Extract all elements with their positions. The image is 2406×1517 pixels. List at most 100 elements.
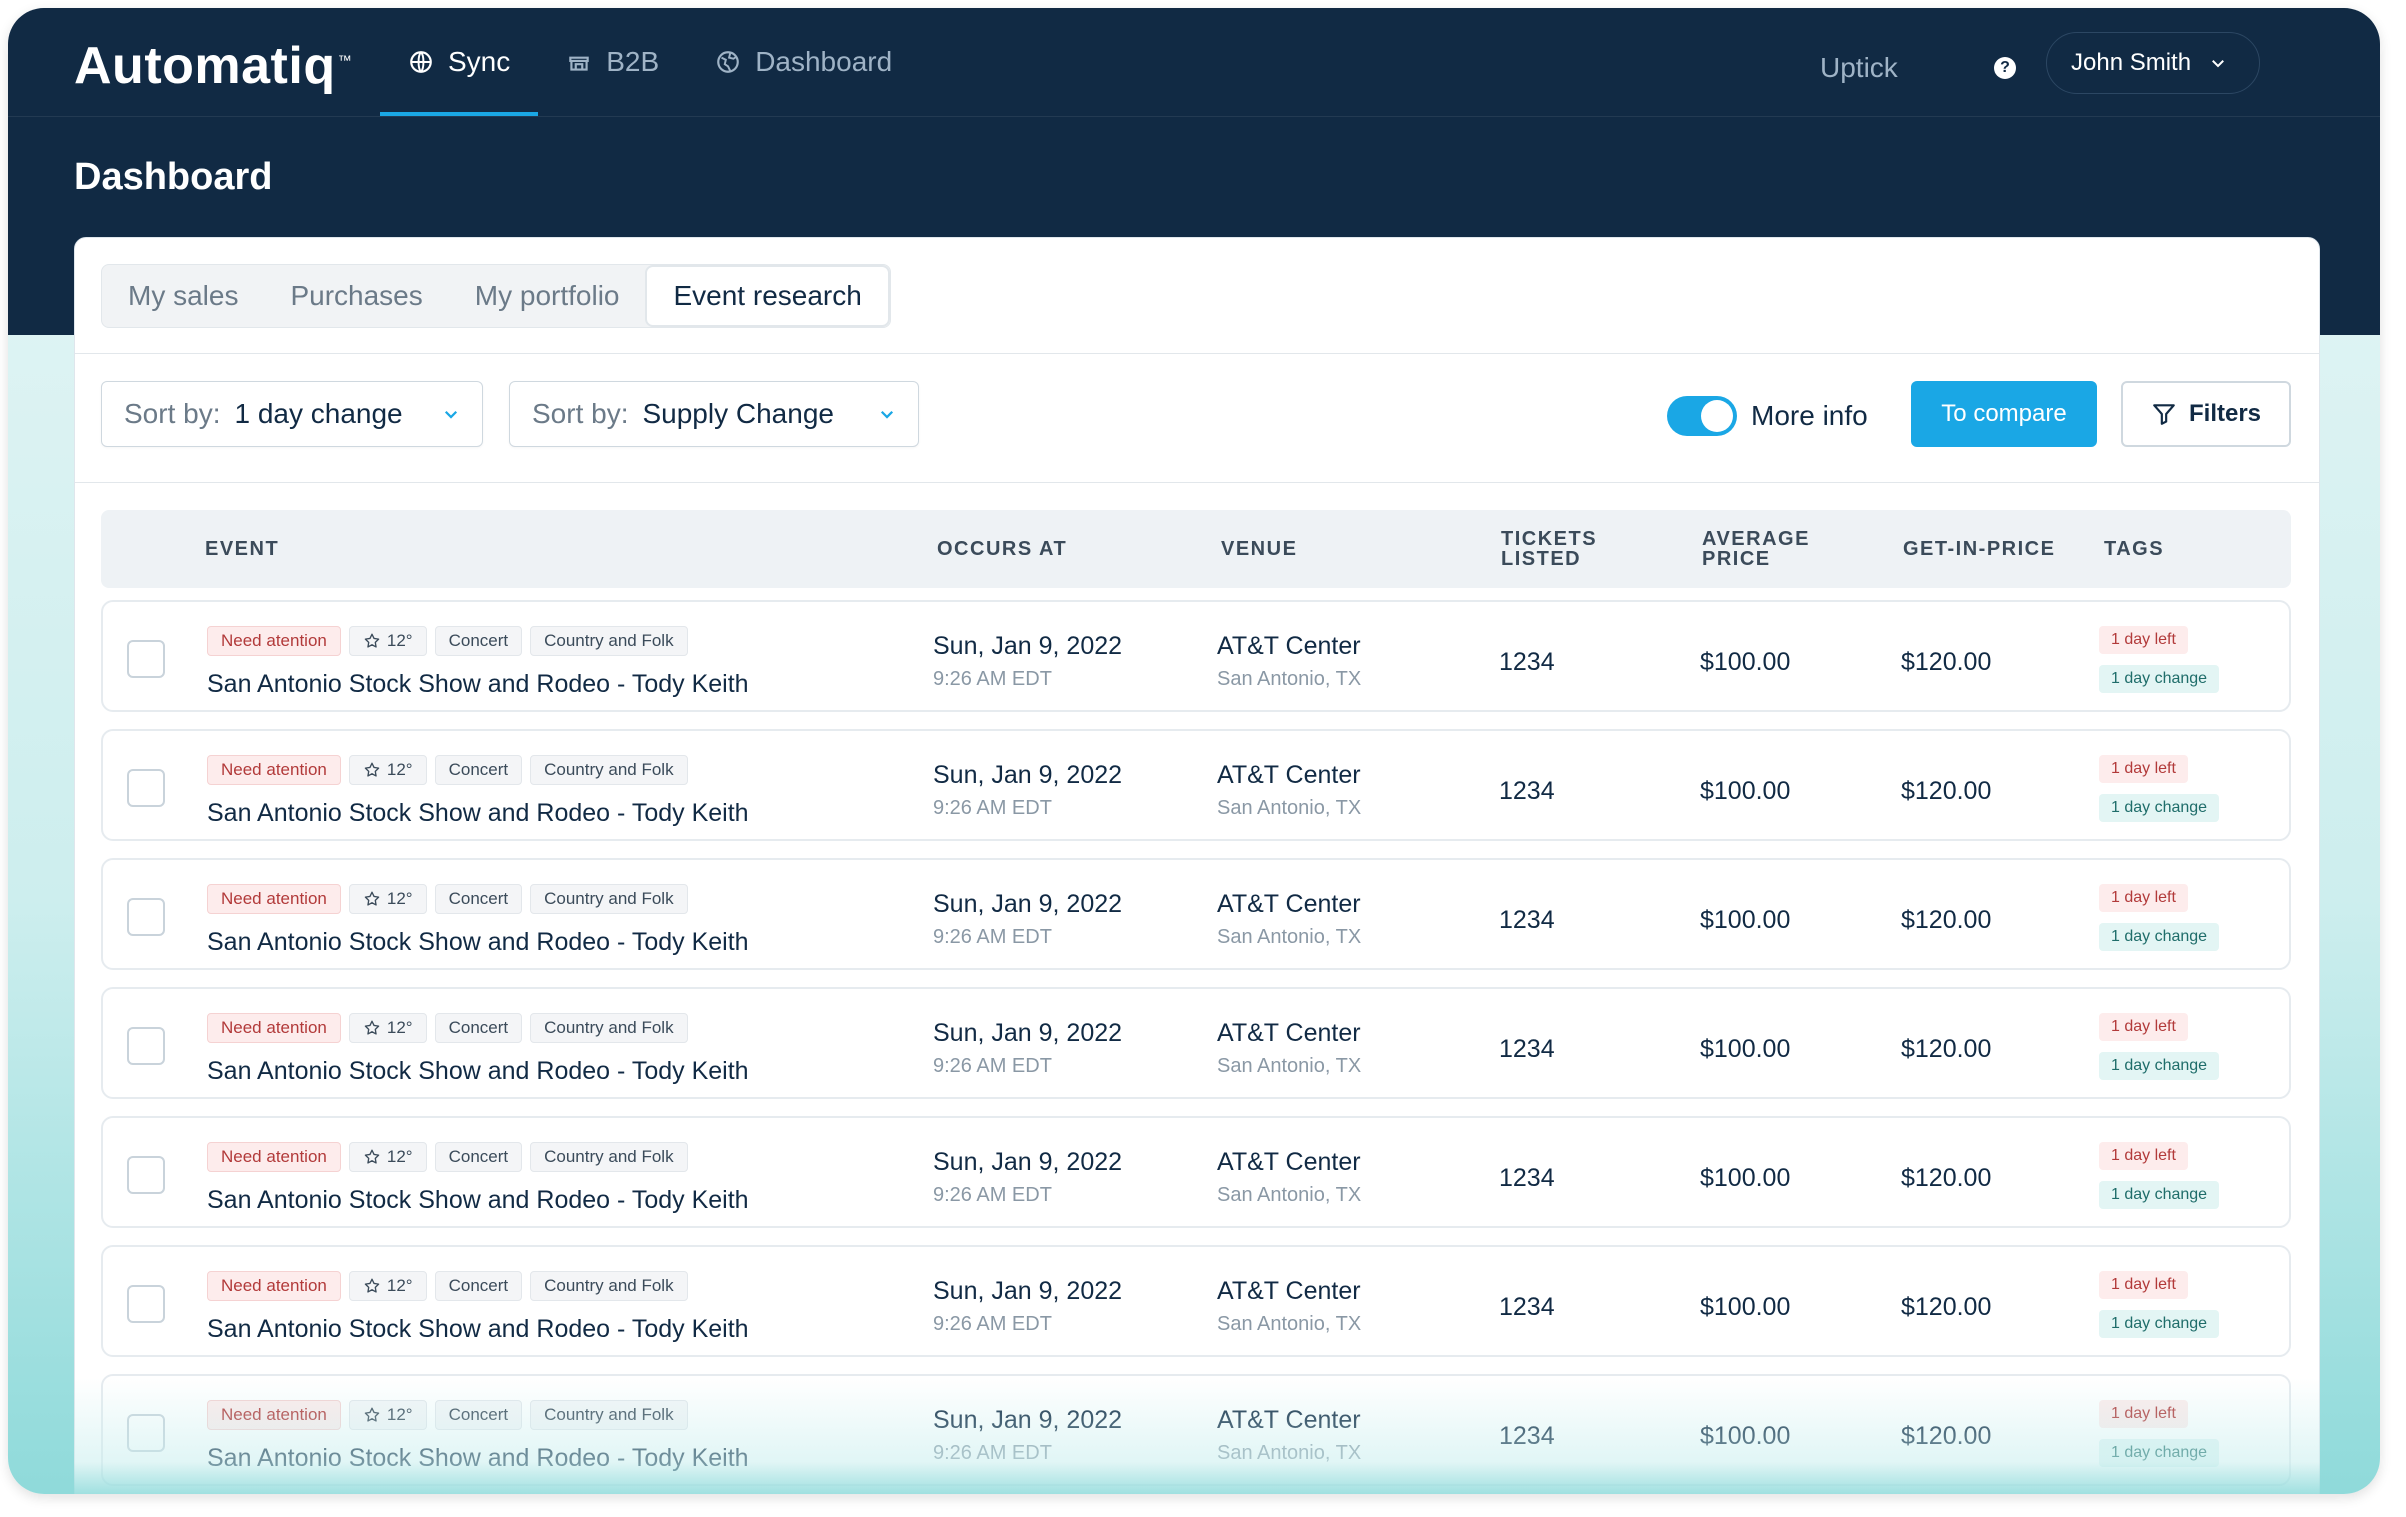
table-row[interactable]: Need atention 12° Concert Country and Folk S… (101, 729, 2291, 841)
row-checkbox[interactable] (127, 1285, 165, 1323)
user-menu[interactable]: John Smith (2046, 32, 2260, 94)
event-chips: Need atention 12° Concert Country and Folk (207, 1400, 688, 1430)
star-icon (364, 1407, 380, 1422)
filters-button[interactable]: Filters (2121, 381, 2291, 447)
days-left-tag: 1 day left (2099, 1271, 2188, 1299)
row-checkbox[interactable] (127, 1156, 165, 1194)
genre-chip: Country and Folk (530, 1142, 688, 1172)
user-name: John Smith (2071, 49, 2192, 76)
average-price: $100.00 (1700, 1293, 1791, 1321)
need-attention-chip: Need atention (207, 884, 341, 914)
tickets-listed: 1234 (1499, 777, 1555, 805)
event-time: 9:26 AM EDT (933, 1055, 1052, 1077)
event-title[interactable]: San Antonio Stock Show and Rodeo - Tody … (207, 1057, 749, 1086)
tab-my-sales[interactable]: My sales (102, 265, 264, 327)
rating-chip: 12° (348, 1271, 427, 1301)
star-icon (364, 1149, 380, 1164)
divider (75, 353, 2319, 354)
rating-value: 12° (386, 889, 413, 908)
filter-icon (2153, 404, 2175, 425)
star-icon (364, 891, 380, 906)
nav-dashboard[interactable]: Dashboard (687, 8, 920, 116)
event-time: 9:26 AM EDT (933, 1313, 1052, 1335)
event-title[interactable]: San Antonio Stock Show and Rodeo - Tody … (207, 1444, 749, 1473)
row-checkbox[interactable] (127, 640, 165, 678)
page-title: Dashboard (74, 156, 273, 198)
event-title[interactable]: San Antonio Stock Show and Rodeo - Tody … (207, 670, 749, 699)
event-title[interactable]: San Antonio Stock Show and Rodeo - Tody … (207, 799, 749, 828)
category-chip: Concert (434, 626, 523, 656)
venue-name: AT&T Center (1217, 1406, 1361, 1434)
genre-chip: Country and Folk (530, 1271, 688, 1301)
tab-purchases[interactable]: Purchases (264, 265, 448, 327)
event-chips: Need atention 12° Concert Country and Folk (207, 884, 688, 914)
days-left-tag: 1 day left (2099, 626, 2188, 654)
nav-b2b[interactable]: B2B (538, 8, 687, 116)
event-time: 9:26 AM EDT (933, 1442, 1052, 1464)
event-title[interactable]: San Antonio Stock Show and Rodeo - Tody … (207, 1186, 749, 1215)
col-occurs-at[interactable]: OCCURS AT (937, 510, 1067, 588)
table-row[interactable]: Need atention 12° Concert Country and Folk S… (101, 1116, 2291, 1228)
to-compare-button[interactable]: To compare (1911, 381, 2097, 447)
rating-chip: 12° (348, 1400, 427, 1430)
row-checkbox[interactable] (127, 1027, 165, 1065)
sort-by-select-2[interactable]: Sort by: Supply Change (509, 381, 919, 447)
automatiq-logo[interactable]: Automatiq ™ (74, 36, 352, 96)
more-info-toggle[interactable] (1667, 396, 1737, 436)
venue-name: AT&T Center (1217, 890, 1361, 918)
tickets-listed: 1234 (1499, 1422, 1555, 1450)
tab-event-research[interactable]: Event research (645, 265, 890, 327)
average-price: $100.00 (1700, 1164, 1791, 1192)
get-in-price: $120.00 (1901, 648, 1992, 676)
venue-name: AT&T Center (1217, 1019, 1361, 1047)
rating-value: 12° (386, 1276, 413, 1295)
nav-sync[interactable]: Sync (380, 8, 539, 116)
nav-label: Sync (448, 46, 511, 77)
event-title[interactable]: San Antonio Stock Show and Rodeo - Tody … (207, 1315, 749, 1344)
uptick-link[interactable]: Uptick (1820, 52, 1898, 84)
category-chip: Concert (434, 1142, 523, 1172)
chevron-down-icon (2212, 60, 2225, 68)
need-attention-chip: Need atention (207, 1271, 341, 1301)
venue-name: AT&T Center (1217, 632, 1361, 660)
app-window: Automatiq ™ Sync B2B Dashboard Uptick ? J… (8, 8, 2380, 1494)
category-chip: Concert (434, 1400, 523, 1430)
col-average-price[interactable]: AVERAGE PRICE (1702, 510, 1812, 588)
col-venue[interactable]: VENUE (1221, 510, 1297, 588)
row-checkbox[interactable] (127, 1414, 165, 1452)
sort-value: 1 day change (234, 398, 403, 429)
table-row[interactable]: Need atention 12° Concert Country and Folk S… (101, 1245, 2291, 1357)
table-row[interactable]: Need atention 12° Concert Country and Folk S… (101, 987, 2291, 1099)
venue-city: San Antonio, TX (1217, 1055, 1362, 1077)
row-checkbox[interactable] (127, 898, 165, 936)
logo-text: Automatiq (74, 37, 336, 95)
col-get-in-price[interactable]: GET-IN-PRICE (1903, 510, 2055, 588)
get-in-price: $120.00 (1901, 777, 1992, 805)
genre-chip: Country and Folk (530, 626, 688, 656)
table-row[interactable]: Need atention 12° Concert Country and Folk S… (101, 858, 2291, 970)
event-title[interactable]: San Antonio Stock Show and Rodeo - Tody … (207, 928, 749, 957)
sort-by-select-1[interactable]: Sort by: 1 day change (101, 381, 483, 447)
col-tags[interactable]: TAGS (2104, 510, 2164, 588)
sort-label: Sort by: (532, 398, 629, 429)
col-event[interactable]: EVENT (205, 510, 279, 588)
venue-city: San Antonio, TX (1217, 926, 1362, 948)
tab-bar: My sales Purchases My portfolio Event re… (101, 264, 891, 328)
table-row[interactable]: Need atention 12° Concert Country and Folk S… (101, 600, 2291, 712)
table-row[interactable]: Need atention 12° Concert Country and Folk S… (101, 1374, 2291, 1486)
help-icon[interactable]: ? (1994, 57, 2016, 79)
star-icon (364, 1020, 380, 1035)
sort-label: Sort by: (124, 398, 221, 429)
row-checkbox[interactable] (127, 769, 165, 807)
get-in-price: $120.00 (1901, 1293, 1992, 1321)
rating-chip: 12° (348, 1142, 427, 1172)
tab-my-portfolio[interactable]: My portfolio (449, 265, 646, 327)
day-change-tag: 1 day change (2099, 1439, 2220, 1467)
event-date: Sun, Jan 9, 2022 (933, 761, 1123, 789)
days-left-tag: 1 day left (2099, 1142, 2188, 1170)
average-price: $100.00 (1700, 906, 1791, 934)
venue-city: San Antonio, TX (1217, 797, 1362, 819)
tickets-listed: 1234 (1499, 648, 1555, 676)
col-tickets-listed[interactable]: TICKETS LISTED (1501, 510, 1611, 588)
star-icon (364, 633, 380, 648)
